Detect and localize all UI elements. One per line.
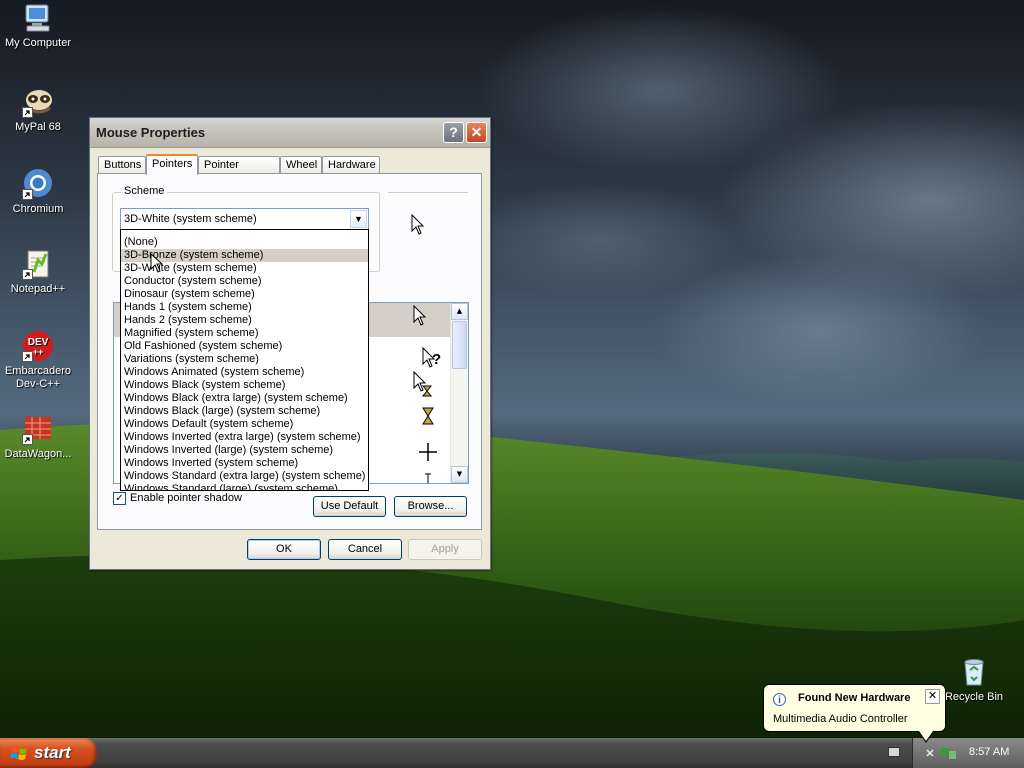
desktop-icon-notepad-plus-plus[interactable]: Notepad++ xyxy=(0,248,76,296)
balloon-title: Found New Hardware xyxy=(798,692,911,704)
start-button[interactable]: start xyxy=(0,738,97,768)
scheme-option[interactable]: (None) xyxy=(121,236,368,249)
taskbar: start 8:57 AM xyxy=(0,738,1024,768)
window-titlebar[interactable]: Mouse Properties ? ✕ xyxy=(90,118,490,148)
recycle-bin-icon xyxy=(958,656,990,688)
tab-pointer-options[interactable]: Pointer Options xyxy=(198,156,280,187)
pointer-preview xyxy=(388,192,468,273)
scheme-option[interactable]: Magnified (system scheme) xyxy=(121,327,368,340)
desktop-icon-label: Chromium xyxy=(12,203,64,215)
start-label: start xyxy=(34,743,71,762)
scheme-label: Scheme xyxy=(121,185,168,197)
scheme-select[interactable]: 3D-White (system scheme) ▼ xyxy=(120,208,369,230)
help-button[interactable]: ? xyxy=(443,122,464,143)
scheme-option[interactable]: Windows Default (system scheme) xyxy=(121,418,368,431)
cursor-preview-column: ? xyxy=(413,304,441,483)
balloon-message: Multimedia Audio Controller xyxy=(773,713,908,725)
dev-cpp-icon: DEV ++ xyxy=(22,330,54,362)
scheme-select-value: 3D-White (system scheme) xyxy=(124,213,257,225)
shortcut-arrow-icon xyxy=(22,107,33,118)
cancel-button[interactable]: Cancel xyxy=(328,539,402,560)
browse-button[interactable]: Browse... xyxy=(394,496,467,517)
balloon-tail-fill xyxy=(919,731,933,741)
scheme-option[interactable]: Windows Inverted (large) (system scheme) xyxy=(121,444,368,457)
normal-select-cursor-icon xyxy=(413,304,427,326)
precision-select-cursor-icon xyxy=(419,443,437,461)
use-default-button[interactable]: Use Default xyxy=(313,496,386,517)
ok-button[interactable]: OK xyxy=(247,539,321,560)
scheme-option[interactable]: Windows Standard (large) (system scheme) xyxy=(121,483,368,490)
shortcut-arrow-icon xyxy=(22,189,33,200)
pointer-shadow-label: Enable pointer shadow xyxy=(130,492,242,504)
tab-pointers[interactable]: Pointers xyxy=(146,154,198,175)
pointer-shadow-checkbox[interactable]: ✓ xyxy=(113,492,126,505)
found-new-hardware-balloon[interactable]: i Found New Hardware Multimedia Audio Co… xyxy=(763,684,946,732)
tab-hardware[interactable]: Hardware xyxy=(322,156,380,174)
desktop-icon-label: MyPal 68 xyxy=(15,121,61,133)
desktop-icon-my-computer[interactable]: My Computer xyxy=(0,2,76,50)
scroll-down-button[interactable]: ▼ xyxy=(451,466,468,483)
scheme-option[interactable]: Old Fashioned (system scheme) xyxy=(121,340,368,353)
shortcut-arrow-icon xyxy=(22,269,33,280)
network-tray-icon[interactable] xyxy=(925,746,959,760)
info-icon: i xyxy=(773,693,786,706)
balloon-close-button[interactable]: ✕ xyxy=(925,689,940,704)
notepad-plus-plus-icon xyxy=(22,248,54,280)
scheme-option[interactable]: Conductor (system scheme) xyxy=(121,275,368,288)
scheme-option[interactable]: Windows Inverted (extra large) (system s… xyxy=(121,431,368,444)
clock[interactable]: 8:57 AM xyxy=(969,746,1009,758)
working-in-background-cursor-icon xyxy=(413,370,427,392)
datawagon-icon xyxy=(22,413,54,445)
scheme-option[interactable]: Windows Animated (system scheme) xyxy=(121,366,368,379)
busy-cursor-icon xyxy=(422,407,434,425)
scheme-option[interactable]: Windows Black (extra large) (system sche… xyxy=(121,392,368,405)
arrow-cursor-icon xyxy=(411,213,425,235)
desktop-icon-label: Embarcadero Dev-C++ xyxy=(4,365,72,390)
shortcut-arrow-icon xyxy=(22,351,33,362)
scheme-option[interactable]: Variations (system scheme) xyxy=(121,353,368,366)
windows-flag-icon xyxy=(11,747,27,760)
scheme-option[interactable]: Windows Black (large) (system scheme) xyxy=(121,405,368,418)
apply-button[interactable]: Apply xyxy=(408,539,482,560)
desktop-icon-label: My Computer xyxy=(4,37,72,49)
tab-buttons[interactable]: Buttons xyxy=(98,156,146,174)
mouse-cursor-icon xyxy=(150,253,164,273)
scroll-up-button[interactable]: ▲ xyxy=(451,303,468,320)
desktop-icon-label: Notepad++ xyxy=(10,283,66,295)
scheme-option[interactable]: Windows Standard (extra large) (system s… xyxy=(121,470,368,483)
scroll-thumb[interactable] xyxy=(452,321,467,369)
svg-text:?: ? xyxy=(432,351,441,368)
tab-wheel[interactable]: Wheel xyxy=(280,156,322,174)
close-button[interactable]: ✕ xyxy=(466,122,487,143)
svg-text:++: ++ xyxy=(33,347,44,357)
desktop-icon-label: DataWagon... xyxy=(4,448,72,460)
desktop-icon-recycle-bin[interactable]: Recycle Bin xyxy=(936,656,1012,704)
desktop-icon-mypal[interactable]: MyPal 68 xyxy=(0,86,76,134)
scheme-option[interactable]: Windows Inverted (system scheme) xyxy=(121,457,368,470)
scheme-option[interactable]: Hands 1 (system scheme) xyxy=(121,301,368,314)
list-scrollbar[interactable]: ▲ ▼ xyxy=(450,303,468,483)
chevron-down-icon[interactable]: ▼ xyxy=(350,210,367,228)
scheme-option[interactable]: Hands 2 (system scheme) xyxy=(121,314,368,327)
desktop-icon-dev-cpp[interactable]: DEV ++ Embarcadero Dev-C++ xyxy=(0,330,76,391)
shortcut-arrow-icon xyxy=(22,434,33,445)
desktop-icon-datawagon[interactable]: DataWagon... xyxy=(0,413,76,461)
my-computer-icon xyxy=(22,2,54,34)
scheme-option[interactable]: Windows Black (system scheme) xyxy=(121,379,368,392)
keyboard-tray-icon[interactable] xyxy=(888,747,900,757)
mypal-icon xyxy=(22,86,54,118)
scheme-option[interactable]: Dinosaur (system scheme) xyxy=(121,288,368,301)
chromium-icon xyxy=(22,168,54,200)
desktop-icon-chromium[interactable]: Chromium xyxy=(0,168,76,216)
window-title: Mouse Properties xyxy=(96,125,206,140)
desktop-icon-label: Recycle Bin xyxy=(944,691,1004,703)
